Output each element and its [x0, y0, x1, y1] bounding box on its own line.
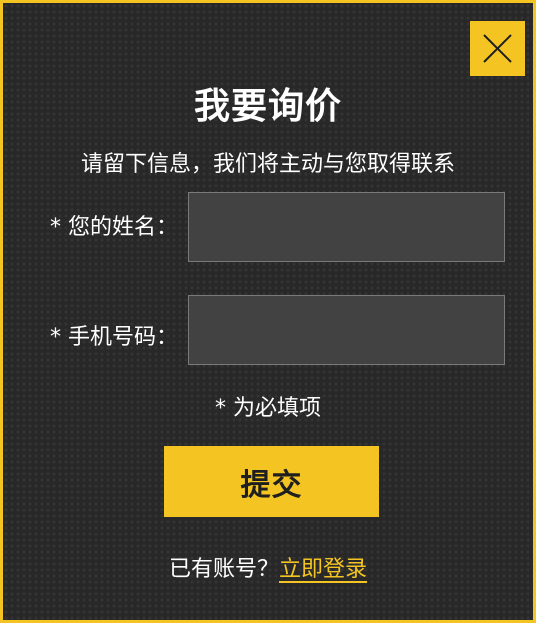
close-button[interactable]	[470, 21, 525, 76]
name-label: * 您的姓名：	[50, 215, 178, 240]
close-icon	[483, 34, 512, 63]
login-prompt: 已有账号？立即登录	[3, 551, 533, 583]
name-input[interactable]	[188, 192, 505, 262]
login-prompt-text: 已有账号？	[168, 557, 279, 582]
inquiry-dialog: 我要询价 请留下信息，我们将主动与您取得联系 * 您的姓名： * 手机号码： *…	[0, 0, 536, 623]
submit-button[interactable]: 提交	[164, 446, 379, 517]
dialog-title: 我要询价	[193, 86, 342, 127]
required-note: * 为必填项	[215, 396, 321, 421]
phone-label: * 手机号码：	[50, 325, 178, 350]
dialog-subtitle: 请留下信息，我们将主动与您取得联系	[80, 152, 455, 177]
phone-input[interactable]	[188, 295, 505, 365]
login-link[interactable]: 立即登录	[279, 557, 367, 582]
